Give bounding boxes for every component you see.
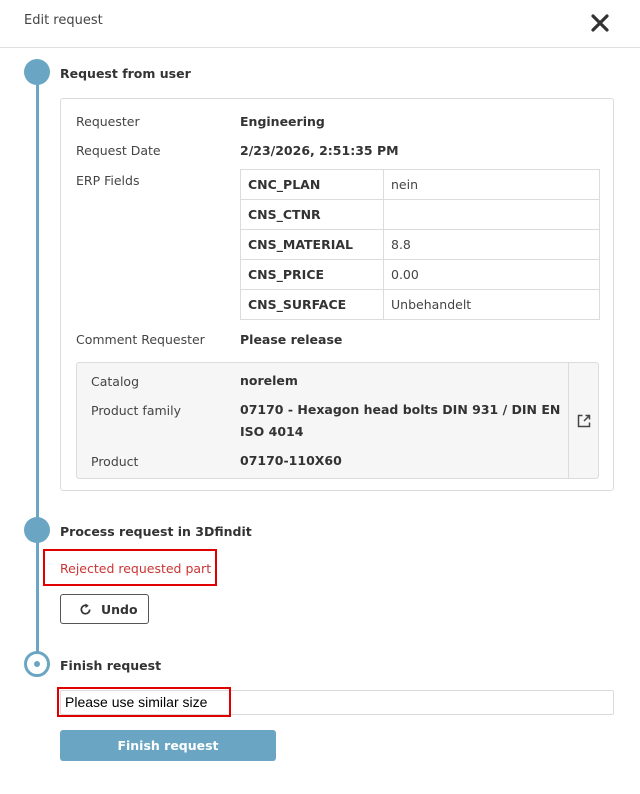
erp-fields-table: CNC_PLAN nein CNS_CTNR CNS_MATERIAL 8.8 … xyxy=(240,169,600,320)
step-indicator-finish xyxy=(24,651,50,677)
dialog-title: Edit request xyxy=(24,13,103,28)
table-row: CNC_PLAN nein xyxy=(240,169,600,200)
erp-key: CNC_PLAN xyxy=(240,169,384,200)
catalog-value: norelem xyxy=(240,373,298,388)
product-info-box: Catalog norelem Product family 07170 - H… xyxy=(76,362,599,479)
comment-label: Comment Requester xyxy=(76,332,205,347)
erp-value: 8.8 xyxy=(383,229,600,260)
timeline-line xyxy=(36,72,39,664)
request-details-card: Requester Engineering Request Date 2/23/… xyxy=(60,98,614,491)
product-family-label: Product family xyxy=(91,403,182,418)
step-title-request: Request from user xyxy=(60,66,191,81)
erp-key: CNS_CTNR xyxy=(240,199,384,230)
requester-value: Engineering xyxy=(240,114,325,129)
request-date-label: Request Date xyxy=(76,143,161,158)
undo-icon xyxy=(80,603,91,615)
table-row: CNS_PRICE 0.00 xyxy=(240,259,600,290)
erp-key: CNS_SURFACE xyxy=(240,289,384,320)
requester-label: Requester xyxy=(76,114,140,129)
step-title-process: Process request in 3Dfindit xyxy=(60,524,252,539)
undo-button[interactable]: Undo xyxy=(60,594,149,624)
erp-key: CNS_MATERIAL xyxy=(240,229,384,260)
erp-fields-label: ERP Fields xyxy=(76,173,140,188)
step-title-finish: Finish request xyxy=(60,658,162,673)
open-product-button[interactable] xyxy=(568,363,598,478)
product-value: 07170-110X60 xyxy=(240,453,342,468)
rejected-status-text: Rejected requested part xyxy=(60,561,212,576)
dialog-header: Edit request xyxy=(0,0,640,48)
table-row: CNS_MATERIAL 8.8 xyxy=(240,229,600,260)
request-date-value: 2/23/2026, 2:51:35 PM xyxy=(240,143,399,158)
erp-value: Unbehandelt xyxy=(383,289,600,320)
product-family-value: 07170 - Hexagon head bolts DIN 931 / DIN… xyxy=(240,402,561,439)
step-indicator-request xyxy=(24,59,50,85)
erp-value: 0.00 xyxy=(383,259,600,290)
erp-value: nein xyxy=(383,169,600,200)
finish-comment-text: Please use similar size xyxy=(65,694,208,710)
close-icon xyxy=(591,14,609,32)
table-row: CNS_CTNR xyxy=(240,199,600,230)
catalog-label: Catalog xyxy=(91,374,140,389)
erp-value xyxy=(383,199,600,230)
close-button[interactable] xyxy=(588,11,612,35)
comment-value: Please release xyxy=(240,332,343,347)
rejected-status-highlight: Rejected requested part xyxy=(43,549,217,586)
table-row: CNS_SURFACE Unbehandelt xyxy=(240,289,600,320)
step-indicator-process xyxy=(24,517,50,543)
finish-request-button[interactable]: Finish request xyxy=(60,730,276,761)
erp-key: CNS_PRICE xyxy=(240,259,384,290)
finish-request-label: Finish request xyxy=(117,738,219,753)
undo-label: Undo xyxy=(101,602,138,617)
product-label: Product xyxy=(91,454,139,469)
external-link-icon xyxy=(577,414,591,428)
